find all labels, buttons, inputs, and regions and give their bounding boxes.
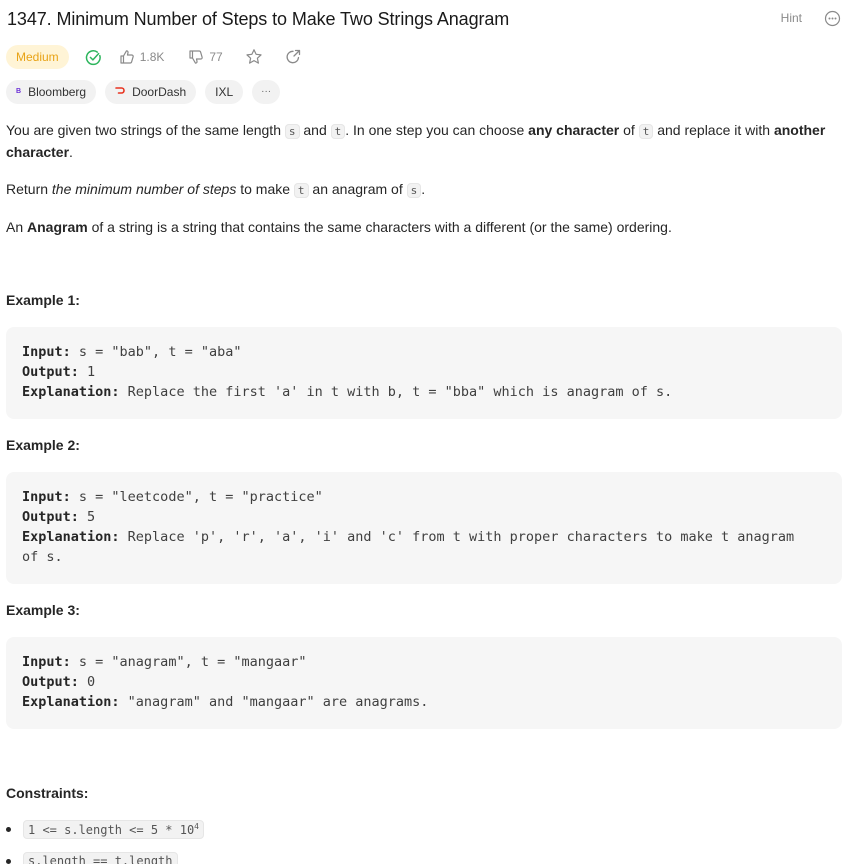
dislike-button[interactable]: 77 [188, 49, 223, 65]
example-input-line: Input: s = "leetcode", t = "practice" [22, 489, 323, 505]
example-explanation-line: Explanation: Replace 'p', 'r', 'a', 'i' … [22, 529, 795, 545]
constraints-title: Constraints: [6, 785, 89, 801]
example-3-box: Input: s = "anagram", t = "mangaar" Outp… [6, 637, 842, 729]
constraint-code: s.length == t.length [23, 852, 178, 864]
share-icon[interactable] [285, 49, 301, 65]
thumbs-up-icon [120, 50, 134, 64]
description-paragraph-3: An Anagram of a string is a string that … [6, 219, 672, 235]
example-2-box: Input: s = "leetcode", t = "practice" Ou… [6, 472, 842, 584]
like-count: 1.8K [139, 50, 165, 64]
company-tag-label: IXL [215, 85, 234, 99]
hint-button[interactable]: Hint [781, 11, 802, 25]
bloomberg-logo-icon: B [16, 88, 22, 95]
example-output-line: Output: 1 [22, 364, 96, 380]
example-explanation-continued: of s. [22, 549, 63, 565]
bullet [6, 827, 11, 832]
example-1-title: Example 1: [6, 292, 80, 308]
star-icon[interactable] [245, 48, 263, 66]
company-tag-label: DoorDash [132, 85, 187, 99]
description-paragraph-2: Return the minimum number of steps to ma… [6, 181, 426, 198]
company-tag-ixl[interactable]: IXL [205, 80, 244, 104]
bullet [6, 858, 11, 864]
example-explanation-line: Explanation: Replace the first 'a' in t … [22, 384, 673, 400]
example-output-line: Output: 5 [22, 509, 96, 525]
more-tags-button[interactable]: ··· [252, 80, 281, 104]
company-tags: B Bloomberg DoorDash IXL ··· [6, 80, 289, 104]
problem-description: You are given two strings of the same le… [6, 120, 842, 238]
example-2-title: Example 2: [6, 437, 80, 453]
example-input-line: Input: s = "anagram", t = "mangaar" [22, 654, 307, 670]
difficulty-badge: Medium [6, 45, 69, 69]
problem-title[interactable]: 1347. Minimum Number of Steps to Make Tw… [7, 8, 509, 30]
thumbs-down-icon [189, 50, 204, 64]
example-3-title: Example 3: [6, 602, 80, 618]
problem-meta-row: Medium 1.8K 77 [6, 44, 301, 70]
company-tag-doordash[interactable]: DoorDash [105, 80, 197, 104]
company-tag-label: Bloomberg [28, 85, 87, 99]
example-output-line: Output: 0 [22, 674, 96, 690]
example-1-box: Input: s = "bab", t = "aba" Output: 1 Ex… [6, 327, 842, 419]
doordash-logo-icon [115, 80, 125, 104]
dislike-count: 77 [209, 50, 223, 64]
constraint-item: s.length == t.length [6, 852, 178, 864]
like-button[interactable]: 1.8K [119, 49, 165, 65]
description-paragraph-1: You are given two strings of the same le… [6, 122, 826, 160]
company-tag-bloomberg[interactable]: B Bloomberg [6, 80, 97, 104]
more-options-icon[interactable] [824, 10, 841, 27]
problem-header: 1347. Minimum Number of Steps to Make Tw… [7, 8, 841, 32]
constraint-item: 1 <= s.length <= 5 * 104 [6, 820, 204, 839]
example-explanation-line: Explanation: "anagram" and "mangaar" are… [22, 694, 429, 710]
example-input-line: Input: s = "bab", t = "aba" [22, 344, 242, 360]
constraint-code: 1 <= s.length <= 5 * 104 [23, 820, 204, 839]
solved-check-icon [85, 49, 102, 66]
